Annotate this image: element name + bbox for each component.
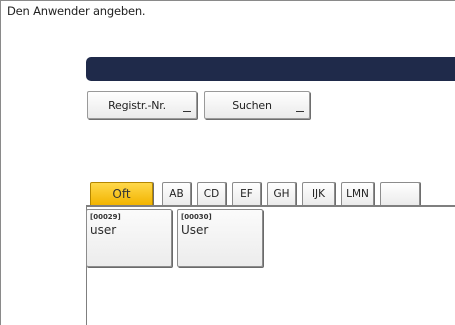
tab-ijk[interactable]: IJK (302, 182, 335, 206)
input-underscore-icon (183, 111, 191, 112)
user-entry-button[interactable]: [00030] User (177, 209, 263, 267)
tab-oft[interactable]: Oft (90, 182, 153, 206)
window-frame (0, 0, 455, 325)
input-underscore-icon (296, 111, 304, 112)
user-entry-code: [00029] (90, 213, 121, 221)
tab-gh[interactable]: GH (267, 182, 296, 206)
user-entry-code: [00030] (181, 213, 212, 221)
tab-cd[interactable]: CD (197, 182, 226, 206)
tab-ef[interactable]: EF (232, 182, 261, 206)
user-entry-name: User (181, 223, 209, 237)
tab-next-partial[interactable] (380, 182, 420, 206)
tab-ab[interactable]: AB (162, 182, 191, 206)
user-entry-button[interactable]: [00029] user (86, 209, 172, 267)
user-entry-name: user (90, 223, 117, 237)
search-button-label: Suchen (232, 99, 272, 112)
registration-number-button-label: Registr.-Nr. (108, 99, 166, 112)
search-button[interactable]: Suchen (204, 91, 310, 119)
tab-baseline (86, 205, 455, 207)
instruction-text: Den Anwender angeben. (7, 4, 146, 18)
tab-lmn[interactable]: LMN (341, 182, 374, 206)
selected-user-display-bar (86, 57, 455, 81)
registration-number-button[interactable]: Registr.-Nr. (87, 91, 197, 119)
